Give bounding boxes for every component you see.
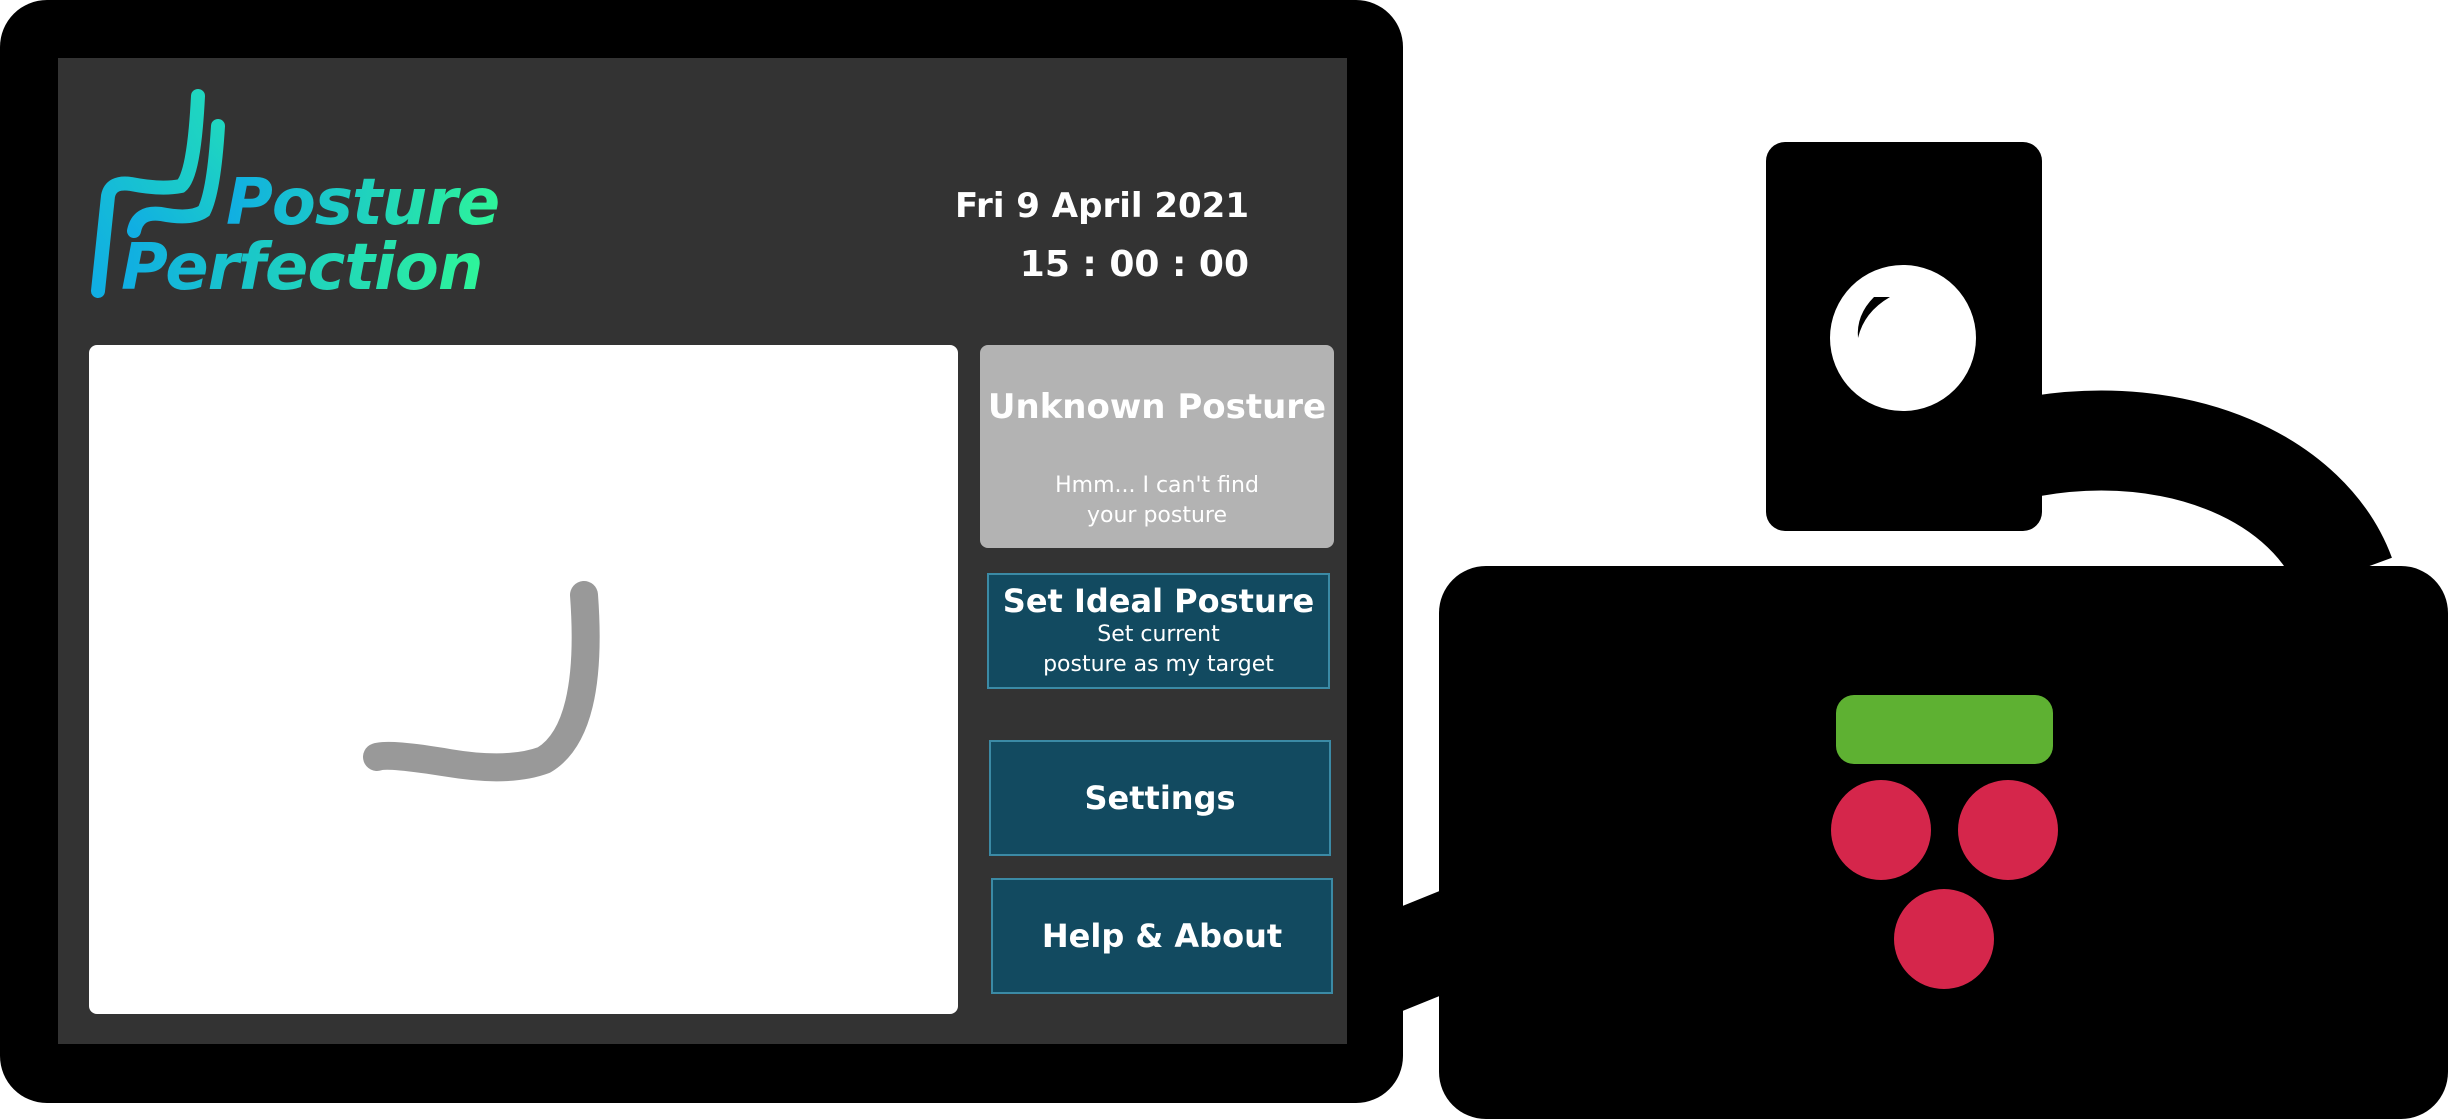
app-screen: Posture Perfection Fri 9 April 2021 15 :… bbox=[58, 58, 1347, 1044]
time-display: 15 : 00 : 00 bbox=[1019, 244, 1249, 285]
button-label: Settings bbox=[1084, 779, 1236, 817]
set-ideal-posture-button[interactable]: Set Ideal Posture Set current posture as… bbox=[987, 573, 1330, 689]
posture-view bbox=[89, 345, 958, 1014]
posture-spine-line bbox=[363, 581, 600, 782]
tablet-frame: Posture Perfection Fri 9 April 2021 15 :… bbox=[0, 0, 1403, 1103]
status-title: Unknown Posture bbox=[987, 387, 1327, 427]
settings-button[interactable]: Settings bbox=[989, 740, 1331, 856]
raspberry-pi-board bbox=[1439, 566, 2448, 1119]
status-message-line1: Hmm... I can't find bbox=[1055, 473, 1259, 498]
pi-berry bbox=[1958, 780, 2058, 880]
camera-icon bbox=[1830, 265, 1976, 411]
help-about-button[interactable]: Help & About bbox=[991, 878, 1333, 994]
pi-berry bbox=[1894, 889, 1994, 989]
button-sub2: posture as my target bbox=[1043, 652, 1274, 677]
status-message-line2: your posture bbox=[1086, 503, 1227, 528]
posture-status-card: Unknown Posture Hmm... I can't find your… bbox=[980, 345, 1334, 548]
pi-leaf bbox=[1836, 695, 2053, 764]
button-label: Help & About bbox=[1041, 917, 1283, 955]
logo-line2: Perfection bbox=[121, 231, 483, 305]
tablet-cable bbox=[1400, 890, 1442, 1012]
logo: Posture Perfection bbox=[86, 86, 500, 316]
camera-cable bbox=[2021, 390, 2392, 595]
pi-berry bbox=[1831, 780, 1931, 880]
date-display: Fri 9 April 2021 bbox=[955, 186, 1249, 226]
button-label: Set Ideal Posture bbox=[1002, 582, 1315, 620]
button-sub1: Set current bbox=[1097, 622, 1220, 647]
logo-line1: Posture bbox=[226, 166, 500, 240]
